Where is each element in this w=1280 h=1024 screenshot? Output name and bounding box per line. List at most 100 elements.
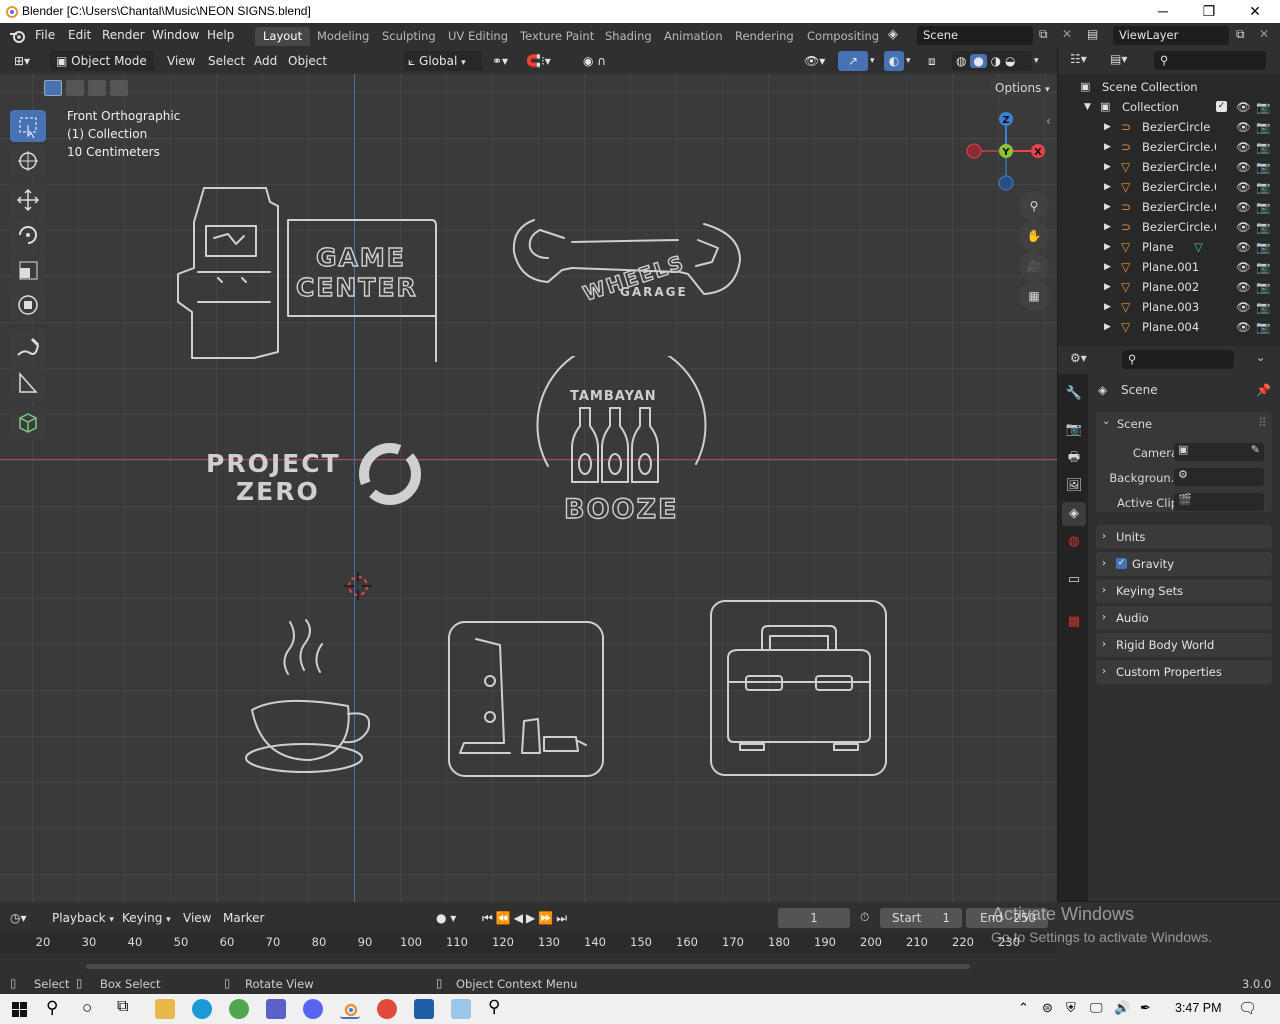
camera-view-icon[interactable]: 🎥 xyxy=(1019,251,1049,281)
scene-tab-icon[interactable]: ◈ xyxy=(1062,502,1086,526)
tab-texture-paint[interactable]: Texture Paint xyxy=(512,27,602,46)
tool-tab-icon[interactable]: 🔧 xyxy=(1062,382,1086,406)
display-mode-icon[interactable]: ▤▾ xyxy=(1110,52,1127,66)
expand-arrow-icon[interactable]: ▶ xyxy=(1104,217,1111,237)
edge-icon[interactable] xyxy=(192,999,212,1019)
perspective-grid-icon[interactable]: ▦ xyxy=(1019,281,1049,311)
app-green-icon[interactable] xyxy=(229,999,249,1019)
expand-arrow-icon[interactable]: ▶ xyxy=(1104,157,1111,177)
annotate-tool[interactable] xyxy=(10,331,46,363)
file-explorer-icon[interactable] xyxy=(155,999,175,1019)
editor-type-icon[interactable]: ⊞▾ xyxy=(10,51,42,71)
expand-arrow-icon[interactable]: ▶ xyxy=(1104,257,1111,277)
preview-range-icon[interactable]: ⏱ xyxy=(860,910,869,925)
scale-tool[interactable] xyxy=(10,254,46,286)
active-clip-field[interactable]: 🎬 xyxy=(1174,493,1264,511)
pivot-point-icon[interactable]: ⚭▾ xyxy=(492,51,520,71)
gravity-checkbox[interactable]: ✓ xyxy=(1116,558,1127,569)
world-tab-icon[interactable]: ◍ xyxy=(1062,530,1086,554)
tray-chevron-up-icon[interactable]: ⌃ xyxy=(1018,1000,1029,1016)
tab-animation[interactable]: Animation xyxy=(656,27,731,46)
volume-icon[interactable]: 🔊 xyxy=(1114,1000,1130,1016)
task-view-icon[interactable]: ⧉ xyxy=(117,998,128,1016)
menu-edit[interactable]: Edit xyxy=(68,28,91,42)
expand-arrow-icon[interactable]: ▶ xyxy=(1104,317,1111,337)
scene-collection-row[interactable]: ▣ Scene Collection xyxy=(1058,77,1280,97)
move-tool[interactable] xyxy=(10,184,46,216)
windows-start-icon[interactable] xyxy=(12,1002,28,1018)
menu-render[interactable]: Render xyxy=(102,28,145,42)
chevron-down-icon[interactable]: ▾ xyxy=(906,51,918,71)
tab-compositing[interactable]: Compositing xyxy=(799,27,887,46)
close-button[interactable]: ✕ xyxy=(1232,0,1278,23)
expand-arrow-icon[interactable]: ▶ xyxy=(1104,297,1111,317)
camera-render-icon[interactable]: 📷 xyxy=(1256,117,1270,137)
menu-object[interactable]: Object xyxy=(288,51,327,71)
blender-taskbar-icon[interactable] xyxy=(340,999,360,1019)
outliner-editor-type-icon[interactable]: ☷▾ xyxy=(1070,52,1087,66)
search-app-icon[interactable]: ⚲ xyxy=(488,997,500,1017)
network-icon[interactable]: 🖵 xyxy=(1090,1000,1103,1016)
game-center-sign[interactable]: GAME CENTER xyxy=(170,182,445,362)
expand-arrow-icon[interactable]: ▶ xyxy=(1104,137,1111,157)
tray-app-icon[interactable]: ⊜ xyxy=(1042,1000,1053,1016)
outliner-object-row[interactable]: ▶ ▽ Plane.003 👁 📷 xyxy=(1058,297,1280,317)
navigation-gizmo[interactable]: Z X Y xyxy=(960,109,1050,194)
tab-uv-editing[interactable]: UV Editing xyxy=(440,27,516,46)
copy-viewlayer-icon[interactable]: ⧉ xyxy=(1236,27,1245,42)
rigid-body-world-section[interactable]: › Rigid Body World xyxy=(1096,633,1272,657)
background-field[interactable]: ⚙ xyxy=(1174,468,1264,486)
scene-field[interactable]: Scene xyxy=(917,26,1033,45)
expand-arrow-icon[interactable]: ▶ xyxy=(1104,197,1111,217)
chrome-icon[interactable] xyxy=(377,999,397,1019)
outliner-object-row[interactable]: ▶ ▽ Plane 👁 📷 ▽ xyxy=(1058,237,1280,257)
overlay-toggle-icon[interactable]: ◐ xyxy=(884,51,904,71)
select-box-tool[interactable] xyxy=(10,110,46,142)
tab-sculpting[interactable]: Sculpting xyxy=(374,27,444,46)
menu-file[interactable]: File xyxy=(35,28,55,42)
collapse-arrow-icon[interactable]: ▼ xyxy=(1084,97,1091,117)
tab-modeling[interactable]: Modeling xyxy=(309,27,377,46)
properties-search-input[interactable]: ⚲ xyxy=(1122,350,1234,369)
transform-tool[interactable] xyxy=(10,289,46,321)
notepad-icon[interactable] xyxy=(451,999,471,1019)
outliner-object-row[interactable]: ▶ ▽ Plane.001 👁 📷 xyxy=(1058,257,1280,277)
camera-render-icon[interactable]: 📷 xyxy=(1256,297,1270,317)
eye-icon[interactable]: 👁 xyxy=(1236,197,1251,217)
rotate-tool[interactable] xyxy=(10,219,46,251)
camera-render-icon[interactable]: 📷 xyxy=(1256,137,1270,157)
search-icon[interactable]: ⚲ xyxy=(46,998,58,1018)
outliner-object-row[interactable]: ▶ ⊃ BezierCircle.0 👁 📷 xyxy=(1058,217,1280,237)
scene-browse-icon[interactable]: ◈ xyxy=(888,27,898,42)
drag-handle-icon[interactable]: ⠿ xyxy=(1258,416,1267,430)
measure-tool[interactable] xyxy=(10,366,46,398)
exclude-checkbox[interactable]: ✓ xyxy=(1216,101,1227,112)
wheels-garage-sign[interactable]: WHEELS GARAGE xyxy=(508,212,748,302)
eye-icon[interactable]: 👁 xyxy=(1236,257,1251,277)
cursor-tool[interactable] xyxy=(10,145,46,177)
camera-render-icon[interactable]: 📷 xyxy=(1256,197,1270,217)
eye-icon[interactable]: 👁 xyxy=(1236,157,1251,177)
tab-layout[interactable]: Layout xyxy=(255,27,311,46)
solid-shading-icon[interactable]: ● xyxy=(970,54,987,68)
camera-render-icon[interactable]: 📷 xyxy=(1256,217,1270,237)
pen-icon[interactable]: ✒ xyxy=(1140,1000,1151,1016)
cortana-icon[interactable]: ○ xyxy=(82,998,92,1018)
outliner-object-row[interactable]: ▶ ▽ Plane.002 👁 📷 xyxy=(1058,277,1280,297)
mode-dropdown[interactable]: ▣ Object Mode ▾ xyxy=(50,51,154,88)
menu-view[interactable]: View xyxy=(167,51,195,71)
collection-tab-icon[interactable]: ▭ xyxy=(1062,568,1086,592)
render-tab-icon[interactable]: 📷 xyxy=(1062,418,1086,442)
camera-render-icon[interactable]: 📷 xyxy=(1256,177,1270,197)
remove-viewlayer-icon[interactable]: ✕ xyxy=(1259,27,1269,41)
viewlayer-field[interactable]: ViewLayer xyxy=(1113,26,1229,45)
camera-render-icon[interactable]: 📷 xyxy=(1256,157,1270,177)
teams-icon[interactable] xyxy=(266,999,286,1019)
minimize-button[interactable]: ─ xyxy=(1140,0,1186,23)
project-zero-sign[interactable]: PROJECT ZERO xyxy=(200,436,430,511)
select-intersect-icon[interactable] xyxy=(110,80,128,96)
play-icon[interactable]: ▶ xyxy=(526,911,538,925)
material-shading-icon[interactable]: ◑ xyxy=(991,54,1001,68)
camera-render-icon[interactable]: 📷 xyxy=(1256,237,1270,257)
custom-properties-section[interactable]: › Custom Properties xyxy=(1096,660,1272,684)
